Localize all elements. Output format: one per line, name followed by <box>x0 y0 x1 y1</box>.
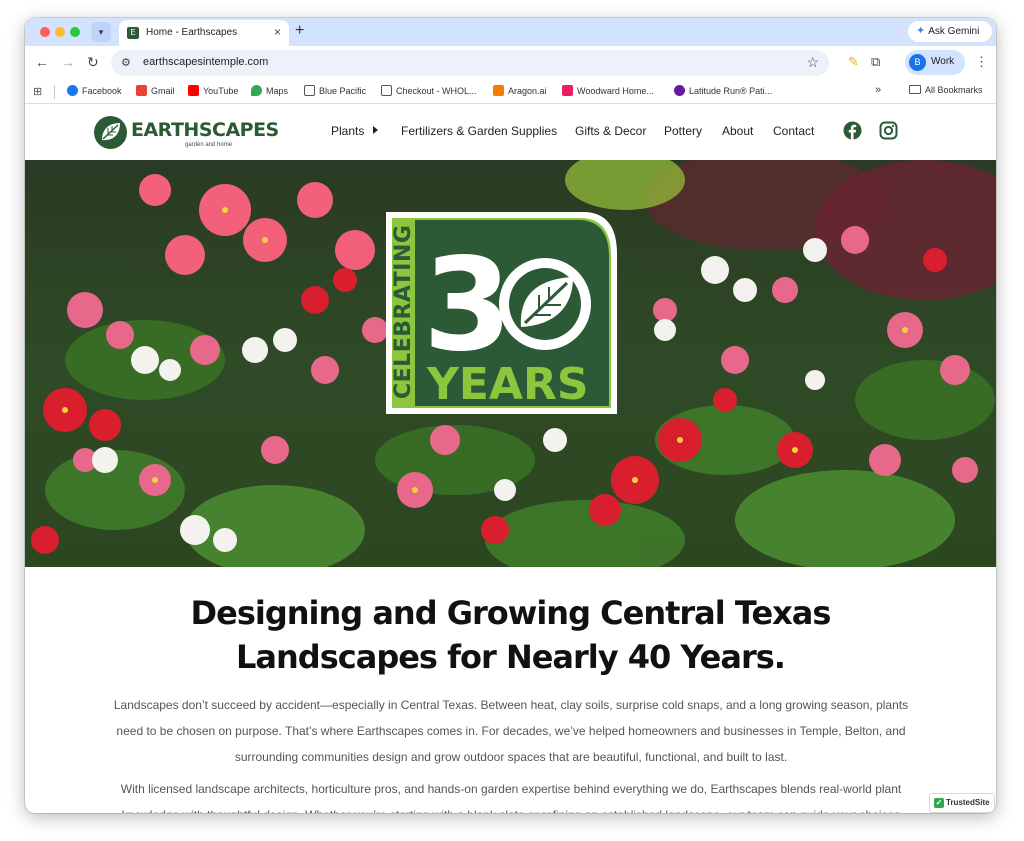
intro-paragraph: Landscapes don’t succeed by accident—esp… <box>111 692 911 770</box>
intro-line-1: Landscapes don’t succeed by accident—esp… <box>113 698 909 712</box>
folder-icon <box>909 85 921 94</box>
ask-gemini-button[interactable]: ✦ Ask Gemini <box>908 21 992 42</box>
url-text[interactable]: earthscapesintemple.com <box>143 56 268 68</box>
close-window-button[interactable] <box>40 27 50 37</box>
avatar: B <box>909 54 926 71</box>
trustedsite-badge[interactable]: ✓ TrustedSite <box>929 793 995 813</box>
tab-active[interactable]: E Home - Earthscapes × <box>119 20 289 46</box>
gemini-sparkle-icon: ✦ <box>916 25 926 37</box>
maximize-window-button[interactable] <box>70 27 80 37</box>
bookmark-blue-pacific[interactable]: Blue Pacific <box>304 85 366 96</box>
gmail-icon <box>136 85 147 96</box>
tab-title: Home - Earthscapes <box>146 27 238 38</box>
latitude-globe-icon <box>674 85 685 96</box>
earthscapes-logo[interactable]: EARTHSCAPES garden and home <box>93 115 279 151</box>
minimize-window-button[interactable] <box>55 27 65 37</box>
bookmarks-overflow-icon[interactable]: » <box>875 84 881 96</box>
expertise-paragraph: With licensed landscape architects, hort… <box>111 776 911 813</box>
expertise-line-2: knowledge with thoughtful design. Whethe… <box>111 802 911 813</box>
bookmark-facebook[interactable]: Facebook <box>67 85 122 96</box>
bookmark-aragon[interactable]: Aragon.ai <box>493 85 547 96</box>
leaf-logo-icon <box>94 116 127 149</box>
profile-label: Work <box>931 56 955 67</box>
tab-search-button[interactable]: ▾ <box>91 22 111 42</box>
badge-celebrating-text: CELEBRATING <box>391 225 416 399</box>
kebab-menu-icon[interactable]: ⋮ <box>975 54 988 70</box>
bookmark-star-icon[interactable]: ☆ <box>806 54 819 71</box>
hero-flower-image: CELEBRATING 3 YEARS <box>25 160 996 567</box>
bookmarks-bar: ⊞ Facebook Gmail YouTube Maps Blue Pacif… <box>25 80 996 104</box>
nav-fertilizers[interactable]: Fertilizers & Garden Supplies <box>401 124 557 138</box>
bookmarks-divider <box>54 85 55 99</box>
nav-plants[interactable]: Plants <box>331 124 364 138</box>
expertise-line-1: With licensed landscape architects, hort… <box>120 782 902 796</box>
intro-line-2: need to be chosen on purpose. That’s whe… <box>116 724 906 738</box>
page-icon <box>381 85 392 96</box>
headline-line-1: Designing and Growing Central Texas <box>190 594 832 632</box>
tab-close-icon[interactable]: × <box>274 25 281 39</box>
caret-right-icon[interactable] <box>373 126 378 134</box>
nav-gifts-decor[interactable]: Gifts & Decor <box>575 124 646 138</box>
extension-icon[interactable]: ✎ <box>848 54 859 70</box>
facebook-icon <box>67 85 78 96</box>
aragon-icon <box>493 85 504 96</box>
bookmark-maps[interactable]: Maps <box>251 85 288 96</box>
nav-pottery[interactable]: Pottery <box>664 124 702 138</box>
facebook-icon[interactable] <box>843 121 862 140</box>
reload-icon[interactable]: ↻ <box>87 54 99 70</box>
earthscapes-favicon-icon: E <box>127 27 139 39</box>
new-tab-button[interactable]: + <box>295 22 304 40</box>
maps-pin-icon <box>251 85 262 96</box>
browser-toolbar: ← → ↻ ⚙ earthscapesintemple.com ☆ ✎ ⧉ B … <box>25 46 996 80</box>
nav-contact[interactable]: Contact <box>773 124 814 138</box>
celebrating-30-years-badge: CELEBRATING 3 YEARS <box>386 212 617 414</box>
folder-icon <box>304 85 315 96</box>
profile-button[interactable]: B Work <box>905 50 965 75</box>
headline-line-2: Landscapes for Nearly 40 Years. <box>236 638 786 676</box>
puzzle-extensions-icon[interactable]: ⧉ <box>871 54 880 70</box>
youtube-icon <box>188 85 199 96</box>
site-info-icon[interactable]: ⚙ <box>121 56 131 69</box>
logo-wordmark: EARTHSCAPES <box>131 119 279 141</box>
logo-tagline: garden and home <box>185 142 233 148</box>
bookmark-youtube[interactable]: YouTube <box>188 85 238 96</box>
address-bar[interactable]: ⚙ earthscapesintemple.com ☆ <box>111 50 829 76</box>
bookmark-gmail[interactable]: Gmail <box>136 85 175 96</box>
forward-arrow-icon[interactable]: → <box>61 54 75 70</box>
badge-years-text: YEARS <box>426 359 589 410</box>
site-header: EARTHSCAPES garden and home Plants Ferti… <box>25 105 996 160</box>
intro-line-3: surrounding communities design and grow … <box>234 750 788 764</box>
pinwheel-icon <box>562 85 573 96</box>
ask-gemini-label: Ask Gemini <box>928 26 980 37</box>
chevron-down-icon: ▾ <box>98 27 104 37</box>
browser-window: ▾ E Home - Earthscapes × + ✦ Ask Gemini ←… <box>25 18 996 813</box>
badge-number-digit: 3 <box>423 231 512 380</box>
instagram-icon[interactable] <box>879 121 898 140</box>
checkmark-icon: ✓ <box>934 798 944 808</box>
bookmark-checkout[interactable]: Checkout - WHOL... <box>381 85 477 96</box>
nav-about[interactable]: About <box>722 124 753 138</box>
bookmark-latitude-run[interactable]: Latitude Run® Pati... <box>674 85 772 96</box>
all-bookmarks-button[interactable]: All Bookmarks <box>909 85 983 95</box>
apps-grid-icon[interactable]: ⊞ <box>33 85 42 98</box>
bookmark-woodward[interactable]: Woodward Home... <box>562 85 654 96</box>
back-arrow-icon[interactable]: ← <box>35 54 49 70</box>
page-headline: Designing and Growing Central Texas Land… <box>25 591 996 679</box>
tab-strip: ▾ E Home - Earthscapes × + ✦ Ask Gemini <box>25 18 996 46</box>
